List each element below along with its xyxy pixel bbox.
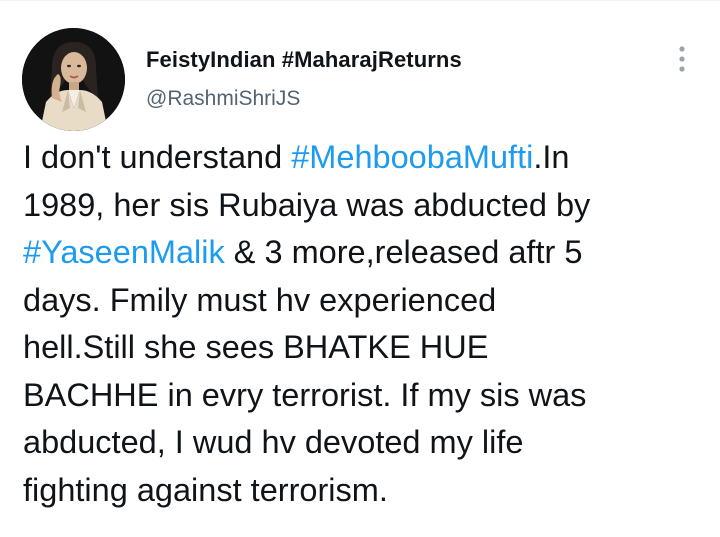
tweet-line: 1989, her sis Rubaiya was abducted by (23, 186, 591, 223)
tweet-line: hell.Still she sees BHATKE HUE (23, 329, 489, 365)
hashtag-link[interactable]: #MehboobaMufti (291, 139, 533, 175)
avatar[interactable] (22, 28, 125, 131)
tweet-line: abducted, I wud hv devoted my life (23, 424, 524, 460)
tweet-line: BACHHE in evry terrorist. If my sis was (23, 376, 587, 413)
hashtag-link[interactable]: #YaseenMalik (23, 234, 225, 270)
text-segment: I don't understand (23, 139, 292, 175)
author-display-name[interactable]: FeistyIndian #MaharajReturns (146, 47, 462, 73)
tweet-line: I don't understand #MehboobaMufti.In (23, 134, 703, 182)
tweet-line: fighting against terrorism. (23, 471, 388, 508)
tweet-line: days. Fmily must hv experienced (23, 281, 497, 318)
tweet-card: FeistyIndian #MaharajReturns @RashmiShri… (0, 0, 720, 537)
more-options-button[interactable] (670, 43, 694, 77)
tweet-text: I don't understand #MehboobaMufti.In 198… (23, 134, 703, 514)
vertical-dots-icon (679, 46, 685, 72)
text-segment: .In (533, 139, 570, 175)
author-handle[interactable]: @RashmiShriJS (146, 87, 300, 111)
text-segment: & 3 more,released aftr 5 (224, 234, 583, 270)
avatar-image (22, 28, 125, 131)
tweet-line: #YaseenMalik & 3 more,released aftr 5 (23, 229, 703, 277)
